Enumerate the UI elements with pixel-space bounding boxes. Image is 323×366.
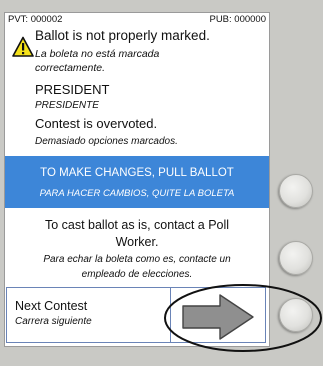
banner-text: TO MAKE CHANGES, PULL BALLOT bbox=[40, 167, 234, 179]
side-button-middle[interactable] bbox=[279, 241, 313, 275]
contest-name: PRESIDENT bbox=[35, 82, 110, 97]
next-contest-label: Next Contest bbox=[15, 299, 88, 313]
pvt-counter: PVT: 000002 bbox=[8, 14, 63, 25]
warning-title-spanish-line2: correctamente. bbox=[35, 62, 106, 74]
side-button-top[interactable] bbox=[279, 174, 313, 208]
next-contest-button[interactable]: Next Contest Carrera siguiente bbox=[6, 287, 266, 343]
cast-instruction-spanish-line2: empleado de elecciones. bbox=[81, 269, 193, 280]
ballot-screen: PVT: 000002 PUB: 000000 Ballot is not pr… bbox=[4, 12, 270, 347]
pub-counter: PUB: 000000 bbox=[209, 14, 266, 25]
warning-triangle-icon bbox=[12, 36, 34, 57]
contest-status: Contest is overvoted. bbox=[35, 116, 158, 131]
contest-name-spanish: PRESIDENTE bbox=[35, 100, 99, 111]
cast-instruction-line2: Worker. bbox=[115, 235, 159, 249]
side-button-bottom[interactable] bbox=[279, 298, 313, 332]
cast-instruction-line1: To cast ballot as is, contact a Poll bbox=[44, 218, 230, 232]
voting-machine-frame: PVT: 000002 PUB: 000000 Ballot is not pr… bbox=[0, 0, 323, 366]
cast-instruction-spanish-line1: Para echar la boleta como es, contacte u… bbox=[43, 254, 231, 265]
next-contest-label-spanish: Carrera siguiente bbox=[15, 316, 92, 327]
pull-ballot-banner: TO MAKE CHANGES, PULL BALLOT PARA HACER … bbox=[5, 156, 269, 208]
banner-text-spanish: PARA HACER CAMBIOS, QUITE LA BOLETA bbox=[39, 188, 235, 199]
contest-status-spanish: Demasiado opciones marcados. bbox=[35, 136, 178, 147]
warning-title-spanish-line1: La boleta no está marcada bbox=[35, 48, 160, 60]
next-contest-divider bbox=[170, 288, 171, 342]
warning-title: Ballot is not properly marked. bbox=[35, 28, 210, 43]
